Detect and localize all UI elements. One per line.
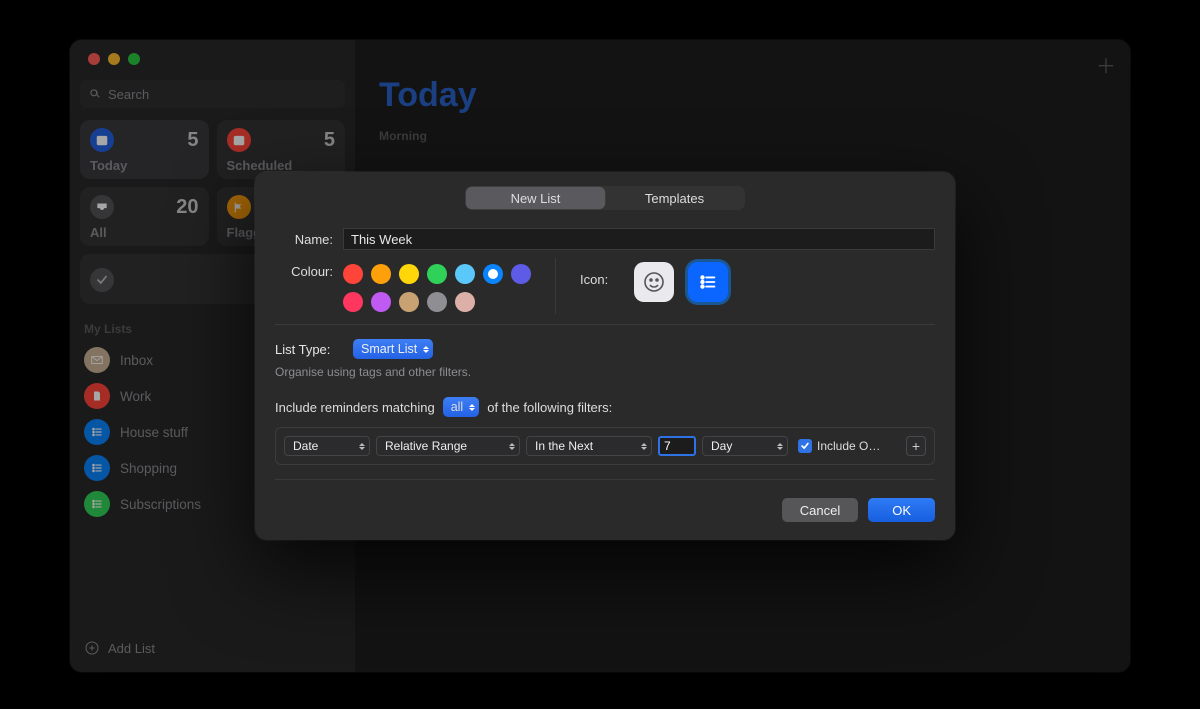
modal-button-row: Cancel OK <box>275 498 935 522</box>
filter-field-select[interactable]: Date <box>284 436 370 456</box>
vertical-separator <box>555 258 556 314</box>
filter-direction-select[interactable]: In the Next <box>526 436 652 456</box>
smart-card-label: Scheduled <box>227 158 336 173</box>
list-type-value: Smart List <box>361 342 417 356</box>
name-label: Name: <box>275 232 333 247</box>
section-heading: Morning <box>379 129 1106 143</box>
check-icon <box>90 268 114 292</box>
flag-icon <box>227 195 251 219</box>
icon-picker <box>634 262 728 302</box>
filter-op-select[interactable]: Relative Range <box>376 436 520 456</box>
add-list-label: Add List <box>108 641 155 656</box>
filter-unit-select[interactable]: Day <box>702 436 788 456</box>
colour-swatch[interactable] <box>399 264 419 284</box>
icon-choice-emoji[interactable] <box>634 262 674 302</box>
icon-choice-list-selected[interactable] <box>688 262 728 302</box>
colour-swatch[interactable] <box>399 292 419 312</box>
tray-icon <box>90 195 114 219</box>
list-type-select[interactable]: Smart List <box>353 339 433 359</box>
sidebar-item-label: House stuff <box>120 425 188 440</box>
search-placeholder: Search <box>108 87 149 102</box>
tab-templates[interactable]: Templates <box>605 187 744 209</box>
add-list-button[interactable]: Add List <box>80 634 345 662</box>
tab-new-list[interactable]: New List <box>466 187 605 209</box>
chevron-updown-icon <box>771 443 783 450</box>
filter-unit-value: Day <box>711 439 732 453</box>
smart-card-all[interactable]: 20 All <box>80 187 209 246</box>
calendar-icon <box>90 128 114 152</box>
chevron-updown-icon <box>353 443 365 450</box>
new-list-modal: New List Templates Name: Colour: Icon: <box>255 172 955 540</box>
add-reminder-button[interactable]: ＋ <box>1096 50 1116 79</box>
smart-card-label: Today <box>90 158 199 173</box>
sidebar-item-label: Subscriptions <box>120 497 201 512</box>
search-icon <box>88 87 102 101</box>
colour-swatch[interactable] <box>427 264 447 284</box>
match-mode-value: all <box>451 400 464 414</box>
smart-card-label: All <box>90 225 199 240</box>
page-title: Today <box>379 76 1106 115</box>
envelope-icon <box>84 347 110 373</box>
chevron-updown-icon <box>469 404 475 411</box>
add-filter-button[interactable]: + <box>906 436 926 456</box>
colour-swatch[interactable] <box>371 264 391 284</box>
modal-tab-switcher[interactable]: New List Templates <box>465 186 745 210</box>
close-window-button[interactable] <box>88 53 100 65</box>
chevron-updown-icon <box>423 346 429 353</box>
include-label: Include O… <box>817 439 880 453</box>
minimize-window-button[interactable] <box>108 53 120 65</box>
filter-direction-value: In the Next <box>535 439 593 453</box>
chevron-updown-icon <box>635 443 647 450</box>
list-icon <box>84 491 110 517</box>
list-type-label: List Type: <box>275 342 343 357</box>
match-suffix: of the following filters: <box>487 400 612 415</box>
divider <box>275 479 935 480</box>
colour-label: Colour: <box>275 264 333 279</box>
smart-card-count: 5 <box>187 129 198 152</box>
match-prefix: Include reminders matching <box>275 400 435 415</box>
list-type-hint: Organise using tags and other filters. <box>275 365 935 379</box>
colour-swatch[interactable] <box>371 292 391 312</box>
colour-swatch[interactable] <box>455 292 475 312</box>
checkbox-icon <box>798 439 812 453</box>
list-icon <box>697 271 719 293</box>
divider <box>275 324 935 325</box>
fullscreen-window-button[interactable] <box>128 53 140 65</box>
smart-card-count: 20 <box>176 196 198 219</box>
smart-card-scheduled[interactable]: 5 Scheduled <box>217 120 346 179</box>
name-input[interactable] <box>343 228 935 250</box>
list-icon <box>84 455 110 481</box>
colour-swatch[interactable] <box>427 292 447 312</box>
sidebar-item-label: Shopping <box>120 461 177 476</box>
colour-swatch-row <box>343 264 543 312</box>
sidebar-item-label: Work <box>120 389 151 404</box>
doc-icon <box>84 383 110 409</box>
colour-swatch-selected[interactable] <box>483 264 503 284</box>
ok-button[interactable]: OK <box>868 498 935 522</box>
smile-icon <box>642 270 666 294</box>
colour-swatch[interactable] <box>343 292 363 312</box>
cancel-button[interactable]: Cancel <box>782 498 858 522</box>
colour-swatch[interactable] <box>343 264 363 284</box>
calendar-icon <box>227 128 251 152</box>
match-mode-select[interactable]: all <box>443 397 480 417</box>
colour-swatch[interactable] <box>511 264 531 284</box>
window-traffic-lights <box>80 40 345 78</box>
filter-amount-input[interactable] <box>658 436 696 456</box>
filter-row: Date Relative Range In the Next Day Incl… <box>275 427 935 465</box>
icon-label: Icon: <box>580 272 608 287</box>
colour-swatch[interactable] <box>455 264 475 284</box>
chevron-updown-icon <box>503 443 515 450</box>
smart-card-count: 5 <box>324 129 335 152</box>
smart-card-today[interactable]: 5 Today <box>80 120 209 179</box>
plus-circle-icon <box>84 640 100 656</box>
sidebar-item-label: Inbox <box>120 353 153 368</box>
search-input[interactable]: Search <box>80 80 345 108</box>
include-checkbox[interactable]: Include O… <box>798 439 880 453</box>
filter-field-value: Date <box>293 439 318 453</box>
list-icon <box>84 419 110 445</box>
filter-op-value: Relative Range <box>385 439 467 453</box>
